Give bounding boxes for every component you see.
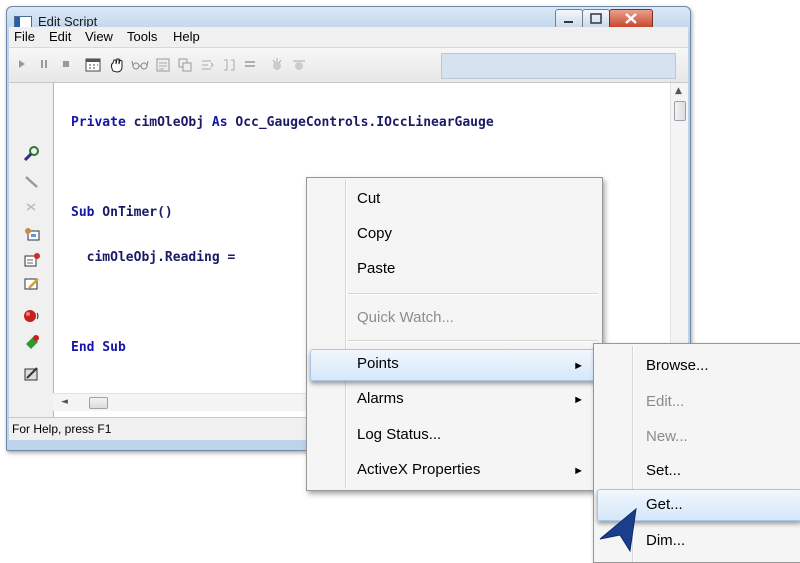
pen-icon[interactable] (23, 174, 41, 190)
horizontal-scroll-thumb[interactable] (89, 397, 108, 409)
hand-icon[interactable] (109, 57, 125, 73)
menu-item-alarms[interactable]: Alarms (357, 390, 404, 410)
code-keyword: End Sub (71, 340, 126, 355)
debug-sidebar (9, 83, 54, 417)
menu-view[interactable]: View (85, 29, 113, 44)
script-tool-icon[interactable] (23, 366, 41, 382)
menu-file[interactable]: File (14, 29, 35, 44)
menu-item-copy[interactable]: Copy (357, 225, 392, 245)
run-icon[interactable] (17, 57, 27, 71)
menu-item-log-status[interactable]: Log Status... (357, 426, 441, 446)
menu-item-quick-watch[interactable]: Quick Watch... (357, 309, 454, 329)
submenu-item-new[interactable]: New... (646, 428, 688, 445)
find-icon[interactable] (23, 146, 41, 162)
toggle-breakpoint-icon[interactable] (269, 57, 285, 73)
menu-item-points-highlight (310, 349, 598, 381)
watch-icon[interactable] (155, 57, 171, 73)
record-icon[interactable] (23, 308, 41, 324)
context-menu: Cut Copy Paste Quick Watch... Points ► A… (306, 177, 603, 491)
submenu-arrow-icon: ► (573, 465, 584, 477)
debug-icon[interactable] (23, 334, 41, 350)
submenu-item-set[interactable]: Set... (646, 462, 681, 479)
code-text: OnTimer() (94, 205, 173, 220)
pause-icon[interactable] (39, 57, 49, 71)
call-stack-icon[interactable] (177, 57, 193, 73)
menu-item-points[interactable]: Points (357, 355, 399, 375)
scroll-up-icon[interactable]: ▲ (675, 86, 682, 96)
pointer-arrow-icon (599, 507, 637, 553)
scissors-icon[interactable] (23, 200, 41, 216)
menu-edit[interactable]: Edit (49, 29, 71, 44)
calendar-icon[interactable] (85, 57, 101, 73)
stop-icon[interactable] (61, 57, 71, 71)
step-out-icon[interactable] (243, 57, 257, 71)
code-keyword: As (211, 115, 228, 130)
menu-item-activex-properties[interactable]: ActiveX Properties (357, 461, 480, 481)
glasses-icon[interactable] (131, 57, 149, 71)
submenu-arrow-icon: ► (573, 394, 584, 406)
menu-separator (348, 293, 598, 295)
step-over-icon[interactable] (221, 57, 237, 73)
menu-bar: File Edit View Tools Help (9, 27, 688, 48)
menu-gutter (345, 180, 347, 488)
edit-tool-icon[interactable] (23, 276, 41, 292)
submenu-item-get[interactable]: Get... (646, 496, 683, 513)
close-button[interactable] (609, 9, 653, 29)
submenu-arrow-icon: ► (573, 360, 584, 372)
clear-breakpoints-icon[interactable] (291, 57, 307, 73)
menu-help[interactable]: Help (173, 29, 200, 44)
code-line-1: Private cimOleObj As Occ_GaugeControls.I… (71, 115, 494, 130)
submenu-item-dim[interactable]: Dim... (646, 532, 685, 549)
status-text: For Help, press F1 (12, 422, 112, 436)
references-icon[interactable] (23, 252, 41, 268)
object-browser-icon[interactable] (23, 226, 41, 242)
submenu-item-browse[interactable]: Browse... (646, 357, 709, 374)
menu-separator (348, 340, 598, 342)
toolbar-strip (441, 53, 676, 79)
toolbar (9, 48, 688, 83)
submenu-item-edit[interactable]: Edit... (646, 393, 684, 410)
code-text: Occ_GaugeControls.IOccLinearGauge (227, 115, 494, 130)
code-keyword: Sub (71, 205, 95, 220)
vertical-scroll-thumb[interactable] (674, 101, 686, 121)
menu-item-paste[interactable]: Paste (357, 260, 395, 280)
step-into-icon[interactable] (199, 57, 215, 73)
minimize-button[interactable] (555, 9, 583, 29)
scroll-left-icon[interactable]: ◄ (61, 397, 68, 407)
menu-item-cut[interactable]: Cut (357, 190, 380, 210)
code-keyword: Private (71, 115, 126, 130)
maximize-button[interactable] (582, 9, 610, 29)
code-text: cimOleObj (125, 115, 212, 130)
menu-tools[interactable]: Tools (127, 29, 157, 44)
